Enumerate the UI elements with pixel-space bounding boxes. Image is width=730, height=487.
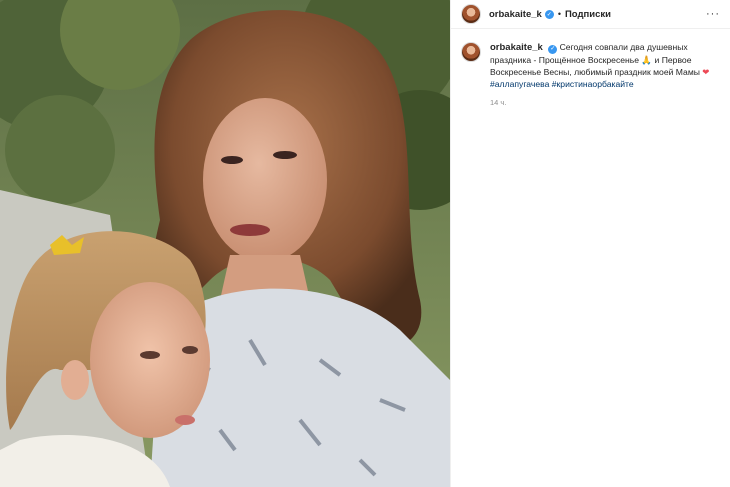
heart-emoji-icon: ❤ <box>702 67 710 77</box>
instagram-post: orbakaite_k ✓ • Подписки ··· orbakaite_k… <box>0 0 730 487</box>
post-caption: orbakaite_k ✓ Сегодня совпали два душевн… <box>451 29 730 109</box>
caption-username[interactable]: orbakaite_k <box>490 42 543 53</box>
header-username[interactable]: orbakaite_k <box>489 9 542 20</box>
separator-dot: • <box>557 9 561 19</box>
more-options-icon[interactable]: ··· <box>706 8 720 20</box>
avatar[interactable] <box>461 4 481 24</box>
post-side-panel: orbakaite_k ✓ • Подписки ··· orbakaite_k… <box>450 0 730 487</box>
post-header: orbakaite_k ✓ • Подписки ··· <box>451 0 730 29</box>
hashtag-link[interactable]: #кристинаорбакайте <box>552 79 634 89</box>
following-button[interactable]: Подписки <box>565 9 611 20</box>
hashtag-link[interactable]: #аллапугачева <box>490 79 549 89</box>
verified-badge-icon: ✓ <box>548 44 558 54</box>
caption-body: orbakaite_k ✓ Сегодня совпали два душевн… <box>490 41 712 109</box>
photo-illustration <box>0 0 450 487</box>
post-photo[interactable] <box>0 0 450 487</box>
post-timestamp[interactable]: 14 ч. <box>490 97 712 109</box>
caption-avatar[interactable] <box>461 42 481 62</box>
verified-badge-icon: ✓ <box>544 9 554 19</box>
pray-emoji-icon: 🙏 <box>641 55 653 65</box>
